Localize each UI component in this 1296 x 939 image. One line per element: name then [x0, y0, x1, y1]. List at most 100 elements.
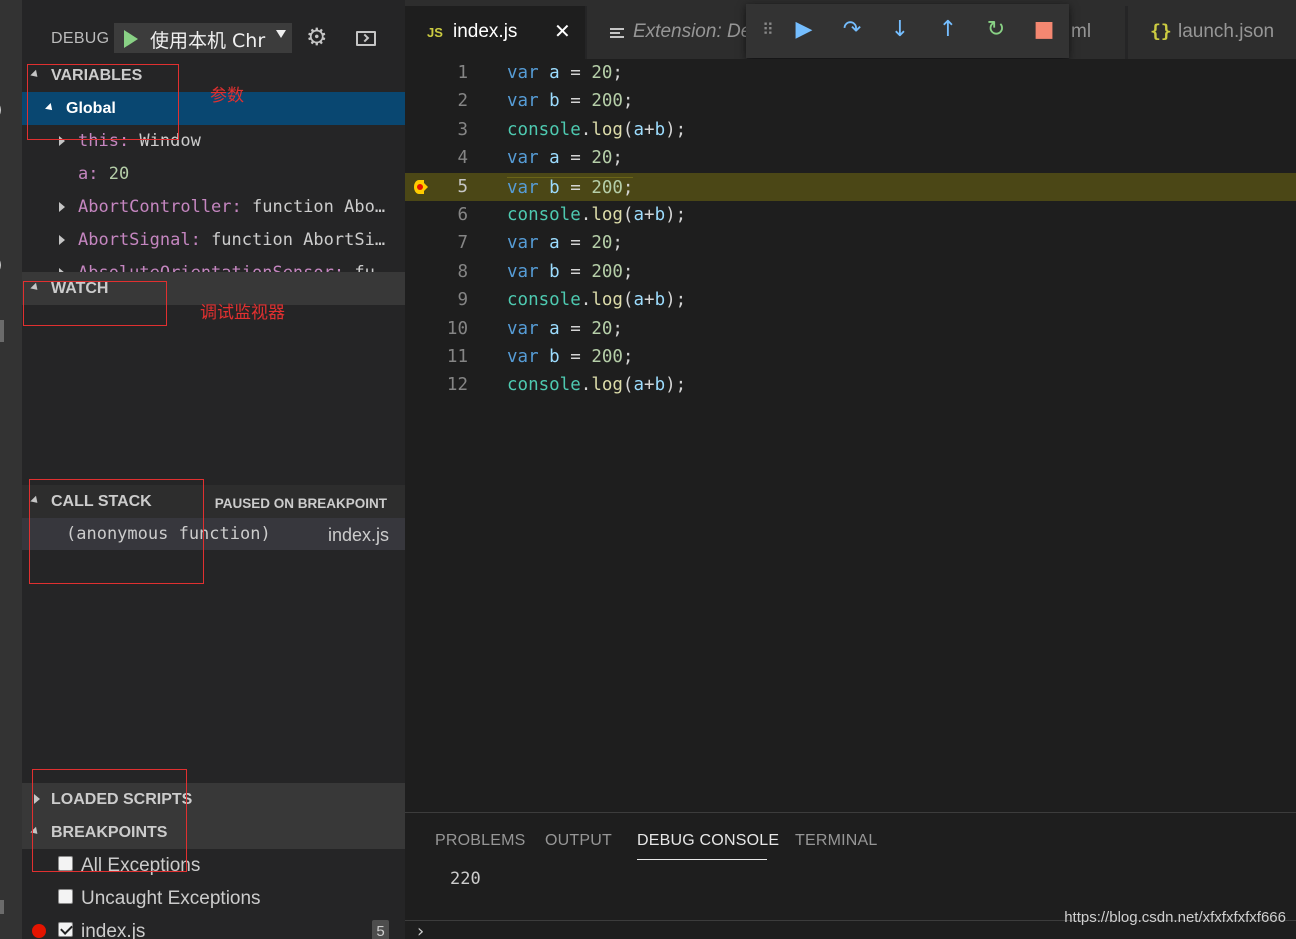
prompt-chevron-icon: ›: [417, 921, 425, 939]
identifier: console: [507, 205, 581, 225]
js-file-icon: JS: [427, 25, 443, 40]
code-line[interactable]: 4 var a = 20;: [405, 144, 1296, 172]
breakpoint-row[interactable]: index.js 5: [22, 915, 405, 939]
keyword: var: [507, 261, 550, 282]
number-literal: 20: [591, 233, 613, 254]
code-line[interactable]: 3 console.log(a+b);: [405, 116, 1296, 144]
breakpoint-label: index.js: [81, 921, 146, 939]
step-over-icon[interactable]: ↷: [839, 17, 865, 43]
variable-value: function Abo…: [241, 197, 386, 217]
code-line[interactable]: 5 var b = 200;: [405, 172, 1296, 201]
gear-icon[interactable]: ⚙: [306, 23, 328, 51]
json-file-icon: {}: [1150, 21, 1172, 42]
breakpoint-checkbox[interactable]: [58, 889, 73, 904]
start-debugging-button[interactable]: [114, 23, 144, 53]
stop-icon[interactable]: ■: [1031, 17, 1057, 43]
function-name: log: [591, 375, 623, 396]
code-line[interactable]: 7 var a = 20;: [405, 229, 1296, 257]
number-literal: 200: [591, 177, 623, 198]
identifier: a: [633, 375, 645, 396]
annotation-box-call-stack: [29, 479, 204, 584]
punctuation: .: [580, 375, 592, 396]
drag-handle-icon[interactable]: ⠿: [762, 20, 774, 39]
punctuation: ;: [612, 63, 623, 83]
identifier: a: [633, 119, 645, 140]
expand-icon: [59, 202, 65, 212]
code-line[interactable]: 9 console.log(a+b);: [405, 286, 1296, 314]
punctuation: ;: [622, 177, 634, 198]
identifier: a: [633, 290, 645, 311]
active-tab-underline: [637, 859, 767, 860]
debug-console-icon[interactable]: [356, 31, 376, 46]
operator: =: [559, 261, 592, 282]
annotation-box-breakpoints: [32, 769, 187, 872]
launch-config-select[interactable]: 使用本机 Chr: [144, 23, 292, 53]
identifier: console: [507, 290, 581, 311]
variable-row[interactable]: AbortSignal: function AbortSi…: [22, 224, 405, 257]
identifier: a: [549, 148, 560, 169]
line-number: 4: [457, 148, 468, 169]
function-name: log: [591, 205, 623, 225]
current-statement-arrow-icon[interactable]: [414, 179, 428, 194]
debug-toolbar: DEBUG 使用本机 Chr ⚙: [22, 6, 405, 58]
variable-value: 20: [98, 164, 130, 184]
code-line[interactable]: 6 console.log(a+b);: [405, 201, 1296, 229]
punctuation: (: [622, 205, 634, 225]
step-out-icon[interactable]: ↑: [935, 17, 961, 43]
punctuation: );: [665, 375, 687, 396]
punctuation: );: [665, 290, 687, 311]
code-line[interactable]: 11 var b = 200;: [405, 343, 1296, 371]
variable-row[interactable]: a: 20: [22, 158, 405, 191]
code-text: console.log(a+b);: [507, 120, 686, 140]
tab-extension[interactable]: Extension: De: [587, 6, 747, 59]
breakpoint-row[interactable]: Uncaught Exceptions: [22, 882, 405, 915]
code-line[interactable]: 10 var a = 20;: [405, 315, 1296, 343]
code-text: var b = 200;: [507, 176, 634, 198]
code-line[interactable]: 12 console.log(a+b);: [405, 371, 1296, 399]
identifier: console: [507, 375, 581, 396]
panel-tab-terminal[interactable]: TERMINAL: [795, 832, 878, 850]
code-line[interactable]: 8 var b = 200;: [405, 258, 1296, 286]
line-number: 1: [457, 63, 468, 83]
breakpoint-checkbox[interactable]: [58, 922, 73, 937]
tab-html[interactable]: ml: [1069, 6, 1125, 59]
continue-icon[interactable]: ▶: [791, 17, 817, 43]
keyword: var: [507, 177, 550, 198]
operator: +: [644, 375, 655, 396]
activity-bar: ) ): [0, 0, 22, 939]
panel-tab-debug-console[interactable]: DEBUG CONSOLE: [637, 832, 779, 850]
tab-label: index.js: [453, 21, 518, 42]
code-text: var a = 20;: [507, 63, 623, 83]
activity-glyph-top: ): [0, 98, 3, 123]
identifier: b: [549, 177, 560, 198]
close-icon[interactable]: ✕: [554, 19, 571, 43]
keyword: var: [507, 347, 550, 367]
line-number: 9: [457, 290, 468, 311]
punctuation: ;: [622, 347, 634, 367]
code-line[interactable]: 1 var a = 20;: [405, 59, 1296, 87]
line-number: 6: [457, 205, 468, 225]
code-text: var a = 20;: [507, 148, 623, 168]
line-number: 11: [446, 347, 468, 367]
restart-icon[interactable]: ↻: [983, 17, 1009, 43]
code-line[interactable]: 2 var b = 200;: [405, 87, 1296, 115]
tab-index-js[interactable]: JS index.js ✕: [405, 6, 585, 59]
variable-row[interactable]: AbsoluteOrientationSensor: fu…: [22, 257, 405, 272]
operator: =: [559, 347, 592, 367]
step-into-icon[interactable]: ↓: [887, 17, 913, 43]
identifier: a: [549, 63, 560, 83]
panel-tab-output[interactable]: OUTPUT: [545, 832, 612, 850]
paused-status: PAUSED ON BREAKPOINT: [214, 496, 387, 511]
keyword: var: [507, 318, 550, 339]
variable-row[interactable]: AbortController: function Abo…: [22, 191, 405, 224]
code-text: console.log(a+b);: [507, 375, 686, 395]
operator: =: [559, 91, 592, 112]
punctuation: (: [622, 375, 634, 396]
panel-tab-problems[interactable]: PROBLEMS: [435, 832, 526, 850]
preview-icon: [610, 28, 624, 39]
identifier: b: [654, 205, 666, 225]
code-editor[interactable]: 1 var a = 20; 2 var b = 200; 3 console.log(a+…: [405, 59, 1296, 812]
tab-launch-json[interactable]: {} launch.json: [1128, 6, 1296, 59]
identifier: b: [654, 290, 666, 311]
launch-config-value: 使用本机 Chr: [150, 30, 266, 52]
